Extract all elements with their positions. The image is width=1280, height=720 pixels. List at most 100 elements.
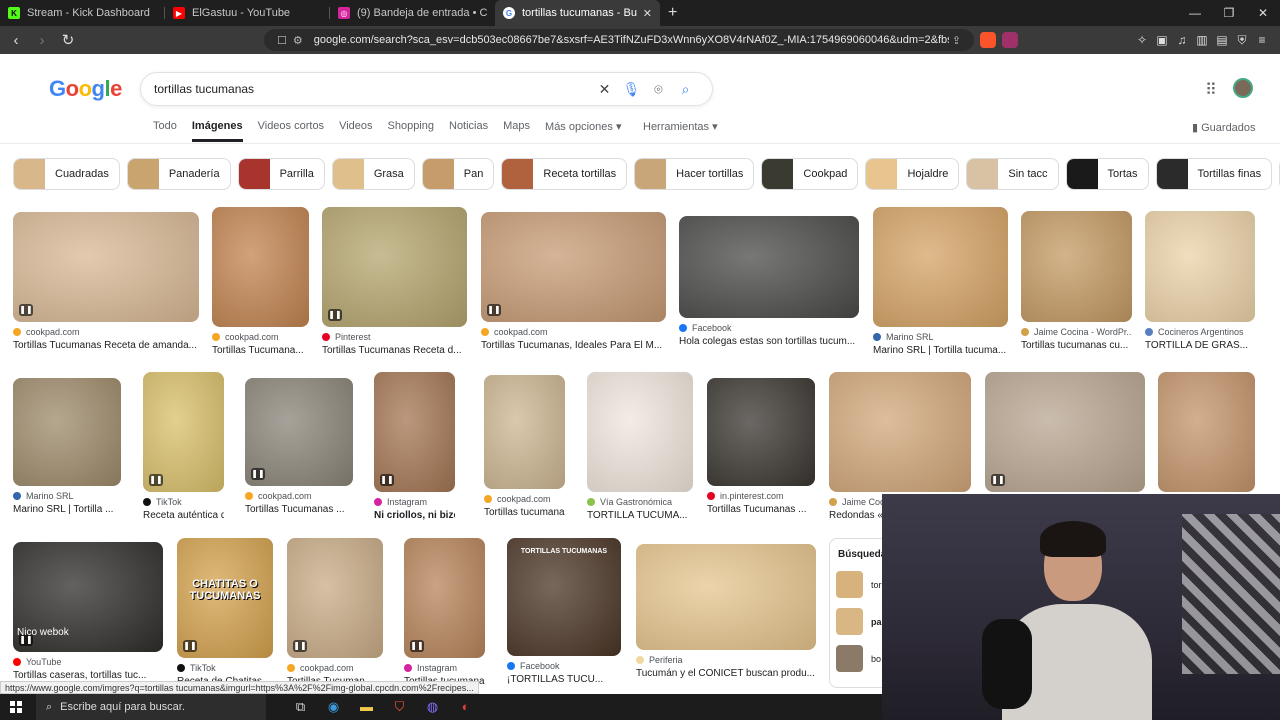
result-source[interactable]: cookpad.com	[13, 327, 199, 337]
related-item[interactable]: bo	[830, 640, 888, 677]
result-thumbnail[interactable]	[13, 378, 121, 486]
result-source[interactable]: cookpad.com	[484, 494, 565, 504]
result-source[interactable]: TikTok	[177, 663, 273, 673]
result-thumbnail[interactable]	[707, 378, 815, 486]
result-title[interactable]: Tortillas Tucumanas, Ideales Para El M..…	[481, 340, 666, 351]
result-source[interactable]: Jaime Cocina - WordPr...	[1021, 327, 1132, 337]
back-icon[interactable]: ‹	[6, 32, 26, 49]
result-source[interactable]: YouTube	[13, 657, 163, 667]
image-result[interactable]: Cocineros Argentinos TORTILLA DE GRAS...	[1145, 211, 1255, 351]
result-source[interactable]: Facebook	[507, 661, 621, 671]
result-source[interactable]: TikTok	[143, 497, 224, 507]
result-title[interactable]: Marino SRL | Tortilla tucuma...	[873, 345, 1008, 356]
tab-todo[interactable]: Todo	[153, 120, 177, 142]
chip[interactable]: Tortillas finas	[1155, 158, 1273, 190]
bookmark-icon[interactable]: ☐	[277, 34, 287, 47]
tab-mas-opciones[interactable]: Más opciones ▾	[545, 120, 621, 142]
chip[interactable]: Hojaldre	[865, 158, 960, 190]
image-result[interactable]: Marino SRL Marino SRL | Tortilla tucuma..…	[873, 207, 1008, 356]
chip[interactable]: Cookpad	[761, 158, 859, 190]
result-thumbnail[interactable]	[212, 207, 309, 327]
close-window-icon[interactable]: ✕	[1246, 6, 1280, 20]
clear-icon[interactable]: ✕	[591, 81, 618, 98]
forward-icon[interactable]: ›	[32, 32, 52, 49]
result-thumbnail[interactable]: ❚❚	[481, 212, 666, 322]
image-result[interactable]: Marino SRL Marino SRL | Tortilla ...	[13, 378, 121, 515]
result-title[interactable]: Tortillas Tucumanas Receta de amanda...	[13, 340, 199, 351]
new-tab-icon[interactable]: +	[660, 0, 685, 26]
tab-videos-cortos[interactable]: Videos cortos	[258, 120, 324, 142]
image-result[interactable]: cookpad.com Tortillas tucumana...	[484, 375, 565, 518]
taskbar-search[interactable]: ⌕ Escribe aquí para buscar.	[36, 694, 266, 720]
image-result[interactable]: ❚❚ cookpad.com Tortillas Tucumanas Receta …	[13, 212, 199, 351]
result-source[interactable]: Cocineros Argentinos	[1145, 327, 1255, 337]
result-title[interactable]: Ni criollos, ni bizc...	[374, 510, 455, 521]
wallet-icon[interactable]: ▤	[1212, 33, 1232, 48]
chip[interactable]: Parrilla	[237, 158, 325, 190]
lens-icon[interactable]: ⌾	[645, 81, 672, 98]
result-thumbnail[interactable]: ❚❚	[374, 372, 455, 492]
chip[interactable]: Cuadradas	[13, 158, 120, 190]
apps-grid-icon[interactable]: ⠿	[1205, 80, 1217, 100]
result-thumbnail[interactable]	[829, 372, 971, 492]
reload-icon[interactable]: ↻	[58, 31, 78, 49]
image-result[interactable]: ❚❚InstagramTortillas tucumana...	[404, 538, 485, 687]
result-thumbnail[interactable]	[873, 207, 1008, 327]
result-thumbnail[interactable]: ❚❚	[13, 212, 199, 322]
windows-start-icon[interactable]	[10, 701, 22, 713]
screenshot-icon[interactable]: ▣	[1152, 33, 1172, 48]
brave-icon[interactable]: ⛉	[383, 699, 416, 715]
image-result[interactable]: ❚❚cookpad.comTortillas Tucuman...	[287, 538, 383, 687]
related-item[interactable]: pa	[830, 603, 888, 640]
result-source[interactable]: Instagram	[404, 663, 485, 673]
result-title[interactable]: TORTILLA TUCUMA...	[587, 510, 693, 521]
image-result[interactable]: ❚❚ TikTok Receta auténtica d...	[143, 372, 224, 521]
result-title[interactable]: Hola colegas estas son tortillas tucum..…	[679, 336, 859, 347]
result-thumbnail[interactable]: ❚❚	[245, 378, 353, 486]
result-title[interactable]: Tortillas Tucumanas ...	[245, 504, 353, 515]
google-logo[interactable]: Google	[49, 76, 122, 102]
result-thumbnail[interactable]: ❚❚ CHATITAS O TUCUMANAS	[177, 538, 273, 658]
edge-icon[interactable]: ◉	[317, 699, 350, 715]
image-result[interactable]: TORTILLAS TUCUMANAS Facebook ¡TORTILLAS TU…	[507, 538, 621, 685]
result-thumbnail[interactable]: TORTILLAS TUCUMANAS	[507, 538, 621, 656]
chip[interactable]: Panadería	[126, 158, 231, 190]
image-result[interactable]: ❚❚CHATITAS O TUCUMANASTikTokReceta de Ch…	[177, 538, 273, 687]
image-result[interactable]	[1158, 372, 1255, 492]
result-source[interactable]: Vía Gastronómica	[587, 497, 693, 507]
result-source[interactable]: in.pinterest.com	[707, 491, 815, 501]
result-thumbnail[interactable]: ❚❚ Nico webok	[13, 542, 163, 652]
result-thumbnail[interactable]	[587, 372, 693, 492]
image-result[interactable]: ❚❚ Nico webok YouTube Tortillas caseras, to…	[13, 542, 163, 681]
tab-google-search[interactable]: G tortillas tucumanas - Buscar con Googl…	[495, 0, 660, 26]
avatar[interactable]	[1233, 78, 1253, 98]
image-result[interactable]: ❚❚ Instagram Ni criollos, ni bizc...	[374, 372, 455, 521]
result-title[interactable]: Tortillas tucumanas cu...	[1021, 340, 1132, 351]
result-source[interactable]: Instagram	[374, 497, 455, 507]
search-icon[interactable]: ⌕	[672, 81, 699, 98]
chip[interactable]: Receta tortillas	[501, 158, 628, 190]
tab-instagram[interactable]: ◎ (9) Bandeja de entrada • Chats	[330, 0, 495, 26]
result-title[interactable]: Tortillas tucumana...	[484, 507, 565, 518]
image-result[interactable]: cookpad.com Tortillas Tucumana...	[212, 207, 309, 356]
tab-kick[interactable]: K Stream - Kick Dashboard	[0, 0, 165, 26]
tab-shopping[interactable]: Shopping	[388, 120, 435, 142]
result-thumbnail[interactable]	[636, 544, 816, 650]
site-info-icon[interactable]: ⚙	[293, 34, 303, 47]
voice-search-icon[interactable]: 🎙	[618, 81, 645, 98]
result-thumbnail[interactable]	[484, 375, 565, 489]
vpn-icon[interactable]: ⛨	[1232, 33, 1252, 48]
chip[interactable]: Sin tacc	[966, 158, 1059, 190]
menu-icon[interactable]: ≡	[1252, 33, 1272, 48]
image-result[interactable]: Periferia Tucumán y el CONICET buscan pro…	[636, 544, 816, 679]
result-title[interactable]: Tucumán y el CONICET buscan produ...	[636, 668, 816, 679]
restore-icon[interactable]: ❐	[1212, 6, 1246, 20]
brave-shields-icon[interactable]	[980, 32, 996, 48]
result-thumbnail[interactable]: ❚❚	[322, 207, 467, 327]
image-result[interactable]: ❚❚ cookpad.com Tortillas Tucumanas ...	[245, 378, 353, 515]
result-thumbnail[interactable]	[1158, 372, 1255, 492]
app-icon[interactable]: ◍	[416, 699, 449, 715]
result-title[interactable]: Tortillas caseras, tortillas tuc...	[13, 670, 163, 681]
result-source[interactable]: cookpad.com	[287, 663, 383, 673]
search-input[interactable]	[154, 82, 591, 96]
